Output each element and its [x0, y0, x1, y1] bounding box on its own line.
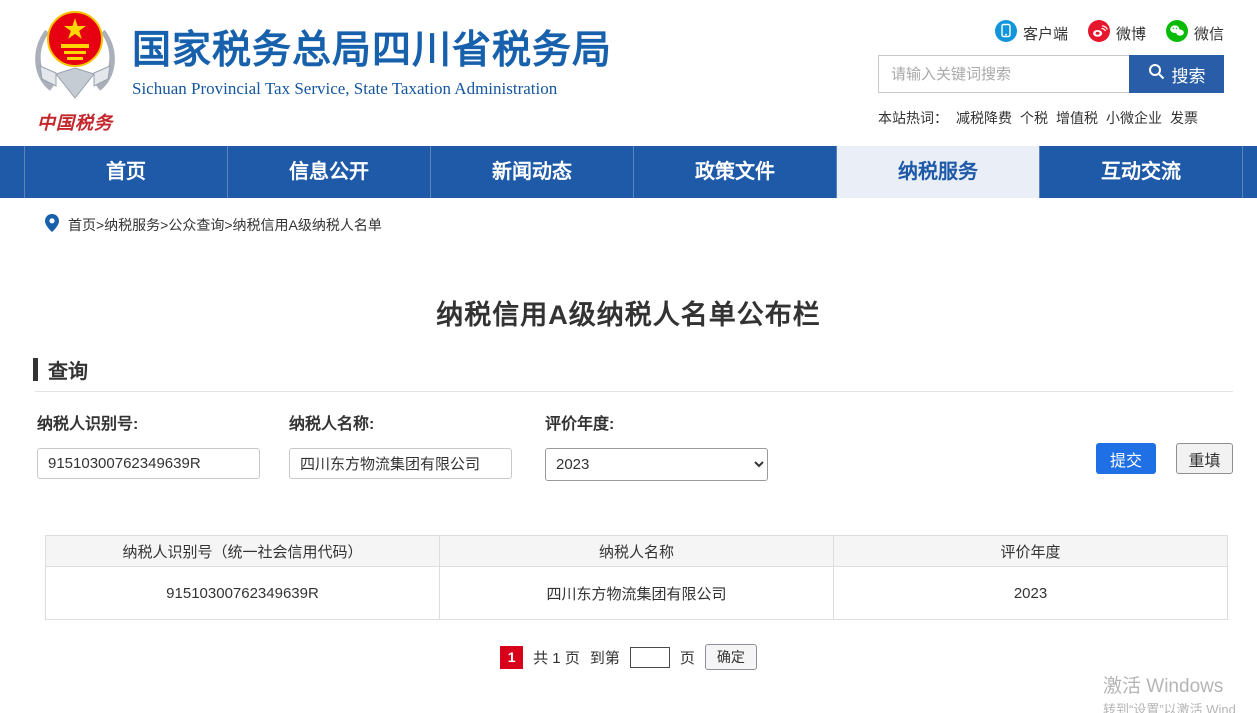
nav-item-policy[interactable]: 政策文件 [634, 146, 837, 198]
col-header-taxpayer-name: 纳税人名称 [440, 536, 834, 567]
wechat-label: 微信 [1194, 23, 1224, 44]
tax-emblem-icon [32, 89, 118, 106]
weibo-link[interactable]: 微博 [1088, 20, 1146, 46]
page-title: 纳税信用A级纳税人名单公布栏 [0, 293, 1257, 332]
weibo-icon [1088, 20, 1110, 46]
reset-button[interactable]: 重填 [1176, 443, 1233, 474]
hot-word[interactable]: 发票 [1170, 108, 1198, 128]
hot-words: 本站热词： 减税降费 个税 增值税 小微企业 发票 [878, 108, 1198, 128]
nav-right-stub [1243, 146, 1257, 198]
weibo-label: 微博 [1116, 23, 1146, 44]
query-section-header: 查询 [33, 355, 88, 384]
total-pages-text: 共 1 页 [533, 647, 580, 668]
taxpayer-name-label: 纳税人名称: [289, 410, 512, 434]
pagination: 1 共 1 页 到第 页 确定 [0, 644, 1257, 670]
main-nav: 首页 信息公开 新闻动态 政策文件 纳税服务 互动交流 [0, 146, 1257, 198]
site-title-block: 国家税务总局四川省税务局 Sichuan Provincial Tax Serv… [132, 28, 612, 99]
page: 中国税务 国家税务总局四川省税务局 Sichuan Provincial Tax… [0, 0, 1257, 713]
wechat-link[interactable]: 微信 [1166, 20, 1224, 46]
logo-calligraphy: 中国税务 [25, 109, 125, 135]
watermark-line1: 激活 Windows [1103, 671, 1257, 698]
mobile-app-icon [995, 20, 1017, 46]
client-app-label: 客户端 [1023, 23, 1068, 44]
taxpayer-id-input[interactable] [37, 448, 260, 479]
location-pin-icon [45, 214, 59, 235]
taxpayer-name-input[interactable] [289, 448, 512, 479]
taxpayer-name-field-group: 纳税人名称: [289, 410, 512, 479]
breadcrumb: 首页>纳税服务>公众查询>纳税信用A级纳税人名单 [45, 214, 382, 235]
nav-item-info-disclosure[interactable]: 信息公开 [228, 146, 431, 198]
hot-word[interactable]: 增值税 [1056, 108, 1098, 128]
goto-page-input[interactable] [630, 647, 670, 668]
tax-emblem-logo: 中国税务 [25, 6, 125, 135]
goto-confirm-button[interactable]: 确定 [705, 644, 757, 670]
hot-word[interactable]: 小微企业 [1106, 108, 1162, 128]
quick-links: 客户端 微博 [995, 20, 1224, 46]
hot-word[interactable]: 减税降费 [956, 108, 1012, 128]
hot-words-label: 本站热词： [878, 108, 948, 128]
wechat-icon [1166, 20, 1188, 46]
taxpayer-id-field-group: 纳税人识别号: [37, 410, 260, 479]
nav-item-interaction[interactable]: 互动交流 [1040, 146, 1243, 198]
site-subtitle: Sichuan Provincial Tax Service, State Ta… [132, 79, 612, 99]
site-search: 搜索 [878, 55, 1224, 93]
results-table: 纳税人识别号（统一社会信用代码） 纳税人名称 评价年度 915103007623… [45, 535, 1228, 620]
evaluation-year-field-group: 评价年度: 2023 [545, 410, 768, 481]
table-header-row: 纳税人识别号（统一社会信用代码） 纳税人名称 评价年度 [46, 536, 1228, 567]
section-title: 查询 [48, 355, 88, 384]
evaluation-year-select[interactable]: 2023 [545, 448, 768, 481]
cell-taxpayer-name: 四川东方物流集团有限公司 [440, 567, 834, 620]
cell-taxpayer-id: 91510300762349639R [46, 567, 440, 620]
section-accent-bar [33, 358, 38, 381]
windows-activation-watermark: 激活 Windows 转到“设置”以激活 Wind [1103, 671, 1257, 713]
goto-prefix-text: 到第 [590, 647, 620, 668]
search-icon [1148, 63, 1165, 85]
taxpayer-id-label: 纳税人识别号: [37, 410, 260, 434]
col-header-evaluation-year: 评价年度 [834, 536, 1228, 567]
client-app-link[interactable]: 客户端 [995, 20, 1068, 46]
watermark-line2: 转到“设置”以激活 Wind [1103, 699, 1257, 713]
nav-item-home[interactable]: 首页 [25, 146, 228, 198]
search-input[interactable] [879, 56, 1129, 92]
nav-left-stub [0, 146, 25, 198]
evaluation-year-label: 评价年度: [545, 410, 768, 434]
table-row: 91510300762349639R 四川东方物流集团有限公司 2023 [46, 567, 1228, 620]
breadcrumb-text[interactable]: 首页>纳税服务>公众查询>纳税信用A级纳税人名单 [68, 215, 382, 235]
section-divider [35, 391, 1233, 392]
current-page-button[interactable]: 1 [500, 646, 523, 669]
goto-suffix-text: 页 [680, 647, 695, 668]
submit-button[interactable]: 提交 [1096, 443, 1156, 474]
search-button-label: 搜索 [1172, 62, 1206, 87]
site-title: 国家税务总局四川省税务局 [132, 28, 612, 75]
cell-evaluation-year: 2023 [834, 567, 1228, 620]
search-button[interactable]: 搜索 [1129, 55, 1224, 93]
hot-word[interactable]: 个税 [1020, 108, 1048, 128]
col-header-taxpayer-id: 纳税人识别号（统一社会信用代码） [46, 536, 440, 567]
nav-item-tax-service[interactable]: 纳税服务 [837, 146, 1040, 198]
nav-item-news[interactable]: 新闻动态 [431, 146, 634, 198]
site-header: 中国税务 国家税务总局四川省税务局 Sichuan Provincial Tax… [0, 0, 1257, 146]
